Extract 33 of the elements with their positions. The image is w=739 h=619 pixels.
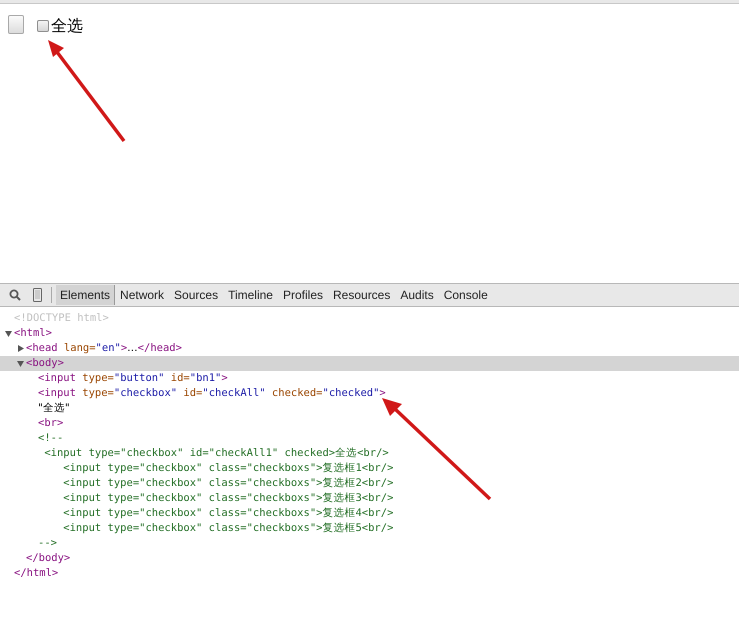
code-line: "全选": [38, 401, 70, 416]
code-line: <input type="button" id="bn1">: [38, 371, 228, 386]
devtools-tab[interactable]: Timeline: [223, 285, 278, 305]
select-all-checkbox[interactable]: [37, 20, 49, 32]
code-line: <input type="checkbox" class="checkboxs">复选框1<br/>: [62, 461, 394, 476]
code-line: <body>: [26, 356, 64, 371]
mobile-device-icon[interactable]: [33, 288, 42, 302]
code-line: </body>: [26, 551, 70, 566]
code-line: <input type="checkbox" id="checkAll" checked="checked">: [38, 386, 386, 401]
expanded-triangle-icon[interactable]: [17, 360, 24, 367]
code-line: <input type="checkbox" class="checkboxs">复选框4<br/>: [62, 506, 394, 521]
devtools-tab[interactable]: Profiles: [278, 285, 328, 305]
code-line: <!DOCTYPE html>: [14, 311, 109, 326]
devtools-tab[interactable]: Resources: [328, 285, 396, 305]
devtools-tab[interactable]: Elements: [56, 285, 116, 305]
code-line: <input type="checkbox" class="checkboxs">复选框5<br/>: [62, 521, 394, 536]
devtools-tab[interactable]: Audits: [395, 285, 439, 305]
code-line: <html>: [14, 326, 52, 341]
select-all-label: 全选: [51, 16, 83, 36]
collapsed-triangle-icon[interactable]: [17, 345, 24, 352]
search-icon[interactable]: [9, 289, 21, 301]
code-line: <input type="checkbox" class="checkboxs">复选框3<br/>: [62, 491, 394, 506]
expanded-triangle-icon[interactable]: [5, 330, 12, 337]
devtools-tab[interactable]: Console: [438, 285, 493, 305]
code-line: -->: [38, 536, 57, 551]
code-line: <input type="checkbox" id="checkAll1" checked>全选<br/>: [43, 446, 389, 461]
code-line: </html>: [14, 566, 58, 581]
code-line: <head lang="en">…</head>: [26, 341, 182, 356]
devtools-tab[interactable]: Network: [115, 285, 170, 305]
code-line: <input type="checkbox" class="checkboxs">复选框2<br/>: [62, 476, 394, 491]
code-line: <br>: [38, 416, 64, 431]
devtools-tab[interactable]: Sources: [169, 285, 224, 305]
code-line: <!--: [38, 431, 64, 446]
